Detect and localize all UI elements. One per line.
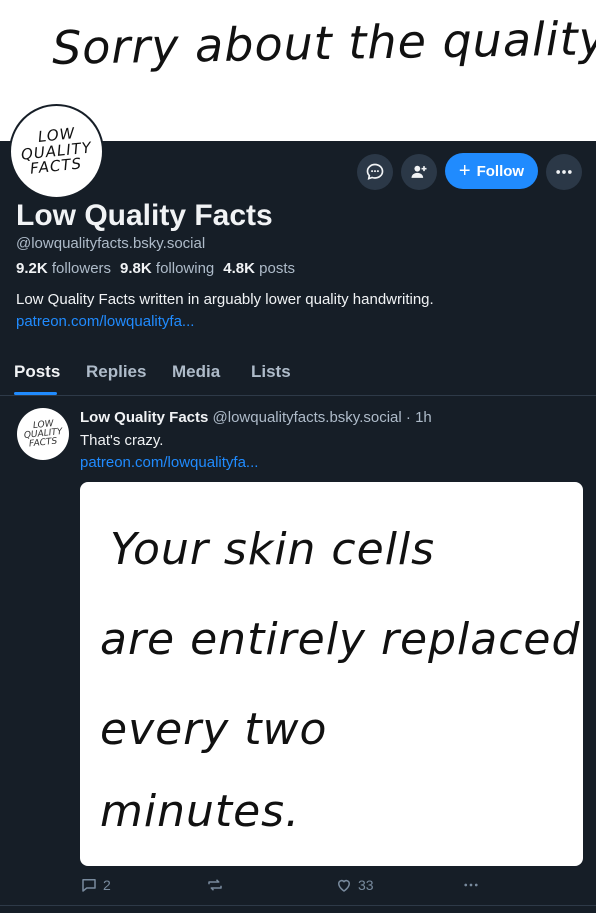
followers-stat[interactable]: 9.2K followers [16,260,111,277]
avatar-text-line: FACTS [28,436,58,449]
posts-stat: 4.8K posts [223,260,295,277]
tab-posts[interactable]: Posts [14,362,60,382]
person-plus-icon [411,165,427,178]
post-author-handle[interactable]: @lowqualityfacts.bsky.social [213,409,402,426]
tab-media[interactable]: Media [172,362,220,382]
profile-avatar[interactable]: LOW QUALITY FACTS [9,104,104,199]
tab-lists[interactable]: Lists [251,362,291,382]
follow-label: Follow [476,162,525,180]
profile-bio: Low Quality Facts written in arguably lo… [16,291,434,308]
chat-bubble-icon [366,163,384,180]
followers-count: 9.2K [16,260,48,277]
follow-button[interactable]: + Follow [445,153,538,189]
plus-icon: + [458,160,471,182]
caption-text: Sorry about the quality [51,11,596,75]
profile-tabs: Posts Replies Media Lists [0,353,596,396]
post-author-name[interactable]: Low Quality Facts [80,409,208,426]
image-text-line: Your skin cells [110,524,436,575]
avatar-text-line: FACTS [29,154,84,179]
image-text-line: every two [100,704,328,755]
followers-label: followers [51,260,112,277]
reply-button[interactable]: 2 [80,876,111,894]
post-author-avatar[interactable]: LOW QUALITY FACTS [17,408,69,460]
tab-replies[interactable]: Replies [86,362,146,382]
following-label: following [155,260,215,277]
more-options-button[interactable] [546,154,582,190]
following-count: 9.8K [120,260,152,277]
reply-count: 2 [103,877,111,893]
post-more-button[interactable] [461,876,481,894]
post-separator: · [405,409,411,426]
profile-stats: 9.2K followers 9.8K following 4.8K posts [16,260,295,277]
ellipsis-icon [464,883,478,887]
reply-icon [82,879,96,892]
add-to-list-button[interactable] [401,154,437,190]
posts-count: 4.8K [223,260,255,277]
repost-button[interactable] [206,876,224,894]
like-button[interactable]: 33 [335,876,374,894]
post-divider [0,905,596,906]
message-button[interactable] [357,154,393,190]
repost-icon [208,879,222,891]
profile-handle: @lowqualityfacts.bsky.social [16,235,206,252]
posts-label: posts [259,260,295,277]
post-text: That's crazy. [80,432,164,449]
post-image[interactable]: Your skin cells are entirely replaced ev… [80,482,583,866]
display-name: Low Quality Facts [16,199,273,232]
image-text-line: are entirely replaced [100,614,581,665]
bio-link[interactable]: patreon.com/lowqualityfa... [16,313,194,330]
heart-icon [337,879,351,892]
active-tab-indicator [14,392,57,395]
following-stat[interactable]: 9.8K following [120,260,214,277]
image-text-line: minutes. [100,786,301,837]
ellipsis-icon [556,170,572,174]
like-count: 33 [358,877,374,893]
post-header: Low Quality Facts @lowqualityfacts.bsky.… [80,409,432,426]
post-timestamp[interactable]: 1h [415,409,432,426]
feed-post[interactable]: LOW QUALITY FACTS Low Quality Facts @low… [0,396,596,913]
post-actions: 2 33 [0,876,596,900]
post-link[interactable]: patreon.com/lowqualityfa... [80,454,258,471]
